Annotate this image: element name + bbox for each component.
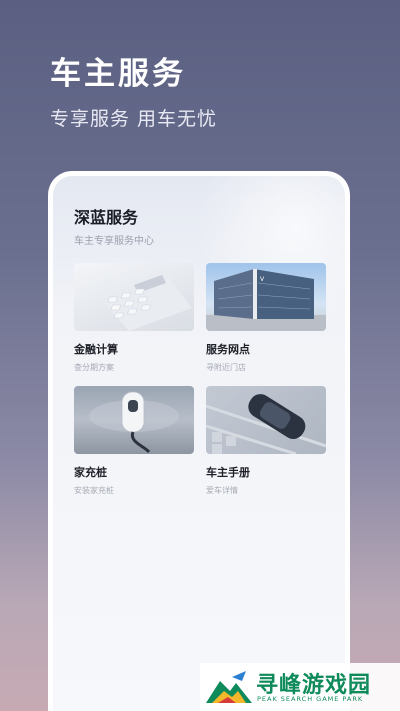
- watermark-logo: 寻峰游戏园 PEAK SEARCH GAME PARK: [200, 663, 400, 711]
- hero-subtitle: 专享服务 用车无忧: [50, 108, 218, 130]
- card-finance-calc[interactable]: 金融计算 查分期方案: [74, 263, 194, 373]
- home-charger-image: [74, 386, 194, 454]
- card-service-outlets[interactable]: V 服务网点 寻附近门店: [206, 263, 326, 373]
- card-description: 寻附近门店: [206, 363, 246, 372]
- card-owner-manual[interactable]: 车主手册 爱车详情: [206, 386, 326, 496]
- card-description: 爱车详情: [206, 486, 238, 495]
- card-description: 查分期方案: [74, 363, 114, 372]
- section-title: 深蓝服务: [74, 208, 139, 227]
- card-label: 车主手册: [206, 466, 250, 479]
- watermark-subtitle: PEAK SEARCH GAME PARK: [257, 695, 364, 703]
- section-subtitle: 车主专享服务中心: [74, 236, 154, 247]
- phone-frame: 深蓝服务 车主专享服务中心 金融计算 查分期方案 V 服务网点 寻附近门店 家充…: [48, 171, 350, 711]
- calculator-image: [74, 263, 194, 331]
- car-top-view-image: [206, 386, 326, 454]
- card-label: 家充桩: [74, 466, 107, 479]
- card-label: 服务网点: [206, 343, 250, 356]
- card-description: 安装家充桩: [74, 486, 114, 495]
- store-building-image: V: [206, 263, 326, 331]
- hero-title: 车主服务: [50, 56, 186, 92]
- card-home-charger[interactable]: 家充桩 安装家充桩: [74, 386, 194, 496]
- mountain-logo-icon: [206, 671, 252, 703]
- card-label: 金融计算: [74, 343, 118, 356]
